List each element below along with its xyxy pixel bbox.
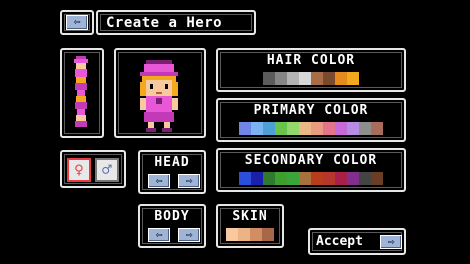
secondary-swatch[interactable] (239, 172, 251, 185)
primary-color-label: PRIMARY COLOR (253, 103, 369, 118)
head-panel: HEAD ⇦ ⇨ (138, 150, 206, 194)
hair-swatch[interactable] (263, 72, 275, 85)
body-panel: BODY ⇦ ⇨ (138, 204, 206, 248)
secondary-swatch[interactable] (275, 172, 287, 185)
female-icon: ♀ (74, 160, 84, 179)
back-button[interactable]: ⇦ (60, 10, 94, 35)
secondary-swatch[interactable] (287, 172, 299, 185)
skin-swatch[interactable] (226, 228, 238, 241)
skin-swatch[interactable] (250, 228, 262, 241)
accept-button[interactable]: Accept ⇨ (308, 228, 406, 255)
arrow-right-icon: ⇨ (380, 235, 402, 249)
skin-label: SKIN (232, 209, 268, 224)
primary-swatch[interactable] (287, 122, 299, 135)
page-title: Create a Hero (106, 15, 223, 31)
primary-swatch[interactable] (311, 122, 323, 135)
body-next-button[interactable]: ⇨ (178, 228, 200, 242)
title-panel: Create a Hero (96, 10, 256, 35)
primary-swatch[interactable] (359, 122, 371, 135)
secondary-swatch[interactable] (251, 172, 263, 185)
primary-color-panel: PRIMARY COLOR (216, 98, 406, 142)
primary-swatch[interactable] (251, 122, 263, 135)
hair-swatch[interactable] (311, 72, 323, 85)
hero-preview-panel (114, 48, 206, 138)
secondary-swatch[interactable] (323, 172, 335, 185)
head-next-button[interactable]: ⇨ (178, 174, 200, 188)
primary-swatch[interactable] (299, 122, 311, 135)
secondary-swatch[interactable] (359, 172, 371, 185)
primary-swatch[interactable] (263, 122, 275, 135)
primary-swatch[interactable] (239, 122, 251, 135)
sprite-strip-panel (60, 48, 104, 138)
primary-color-swatches (218, 122, 404, 135)
hero-sprite-strip (74, 56, 88, 127)
arrow-left-icon: ⇦ (66, 15, 88, 30)
gender-panel: ♀ ♂ (60, 150, 126, 188)
secondary-swatch[interactable] (335, 172, 347, 185)
primary-swatch[interactable] (371, 122, 383, 135)
secondary-color-swatches (218, 172, 404, 185)
body-label: BODY (154, 209, 190, 224)
primary-swatch[interactable] (275, 122, 287, 135)
hair-swatch[interactable] (287, 72, 299, 85)
female-button[interactable]: ♀ (67, 158, 91, 182)
head-label: HEAD (154, 155, 190, 170)
male-icon: ♂ (102, 160, 112, 179)
secondary-swatch[interactable] (371, 172, 383, 185)
hair-swatch[interactable] (275, 72, 287, 85)
skin-swatch[interactable] (262, 228, 274, 241)
body-prev-button[interactable]: ⇦ (148, 228, 170, 242)
hair-swatch[interactable] (347, 72, 359, 85)
male-button[interactable]: ♂ (95, 158, 119, 182)
secondary-swatch[interactable] (299, 172, 311, 185)
accept-label: Accept (316, 234, 363, 249)
primary-swatch[interactable] (323, 122, 335, 135)
secondary-color-label: SECONDARY COLOR (244, 153, 378, 168)
secondary-swatch[interactable] (347, 172, 359, 185)
secondary-swatch[interactable] (311, 172, 323, 185)
hair-color-panel: HAIR COLOR (216, 48, 406, 92)
secondary-color-panel: SECONDARY COLOR (216, 148, 406, 192)
hero-portrait (140, 60, 178, 132)
hair-color-label: HAIR COLOR (266, 53, 356, 68)
hair-swatch[interactable] (335, 72, 347, 85)
skin-swatch[interactable] (238, 228, 250, 241)
skin-panel: SKIN (216, 204, 284, 248)
primary-swatch[interactable] (335, 122, 347, 135)
head-prev-button[interactable]: ⇦ (148, 174, 170, 188)
hair-swatch[interactable] (323, 72, 335, 85)
hair-color-swatches (218, 72, 404, 85)
primary-swatch[interactable] (347, 122, 359, 135)
secondary-swatch[interactable] (263, 172, 275, 185)
hair-swatch[interactable] (299, 72, 311, 85)
skin-swatches (218, 228, 282, 241)
